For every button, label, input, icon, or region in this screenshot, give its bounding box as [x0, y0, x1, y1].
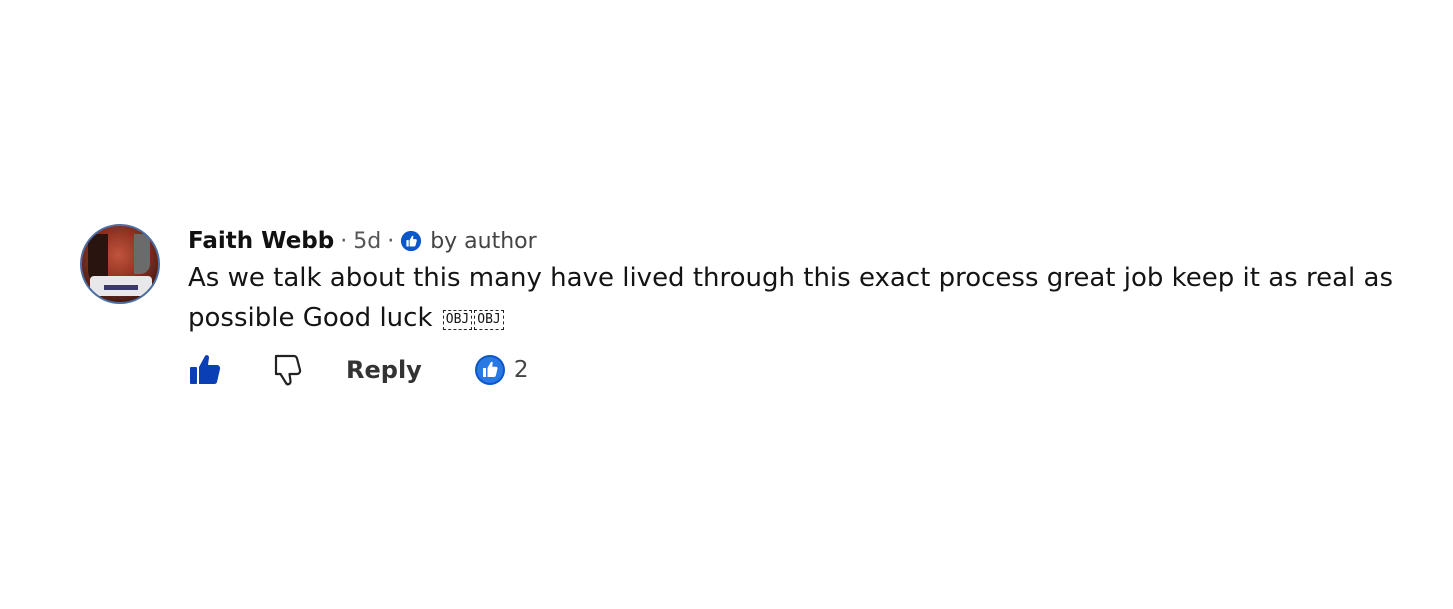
meta-separator: ·: [340, 228, 348, 254]
comment-meta: Faith Webb · 5d · by author: [188, 224, 1408, 258]
thumbs-up-badge-icon: [401, 230, 422, 252]
reply-button[interactable]: Reply: [346, 356, 422, 384]
author-name[interactable]: Faith Webb: [188, 228, 334, 254]
comment-body: Faith Webb · 5d · by author As we talk a…: [188, 224, 1408, 392]
thumbs-down-icon: [274, 354, 302, 386]
dislike-button[interactable]: [270, 352, 304, 388]
meta-separator: ·: [387, 228, 395, 254]
emoji-placeholder: OBJ: [442, 310, 473, 330]
comment-actions: Reply 2: [188, 348, 1408, 392]
like-count-value: 2: [513, 357, 529, 383]
thumbs-up-icon: [190, 355, 221, 384]
avatar-shirt-stripe: [104, 285, 138, 290]
comment-text-content: As we talk about this many have lived th…: [188, 263, 1393, 333]
comment-text: As we talk about this many have lived th…: [188, 258, 1408, 338]
avatar[interactable]: [80, 224, 160, 304]
like-count[interactable]: 2: [474, 354, 529, 386]
liked-by-author-label: by author: [430, 228, 537, 254]
avatar-background: [134, 234, 150, 274]
thumbs-up-circle-icon: [474, 355, 505, 385]
emoji-placeholder: OBJ: [474, 310, 504, 330]
like-button[interactable]: [188, 352, 222, 388]
comment-age: 5d: [353, 228, 382, 254]
